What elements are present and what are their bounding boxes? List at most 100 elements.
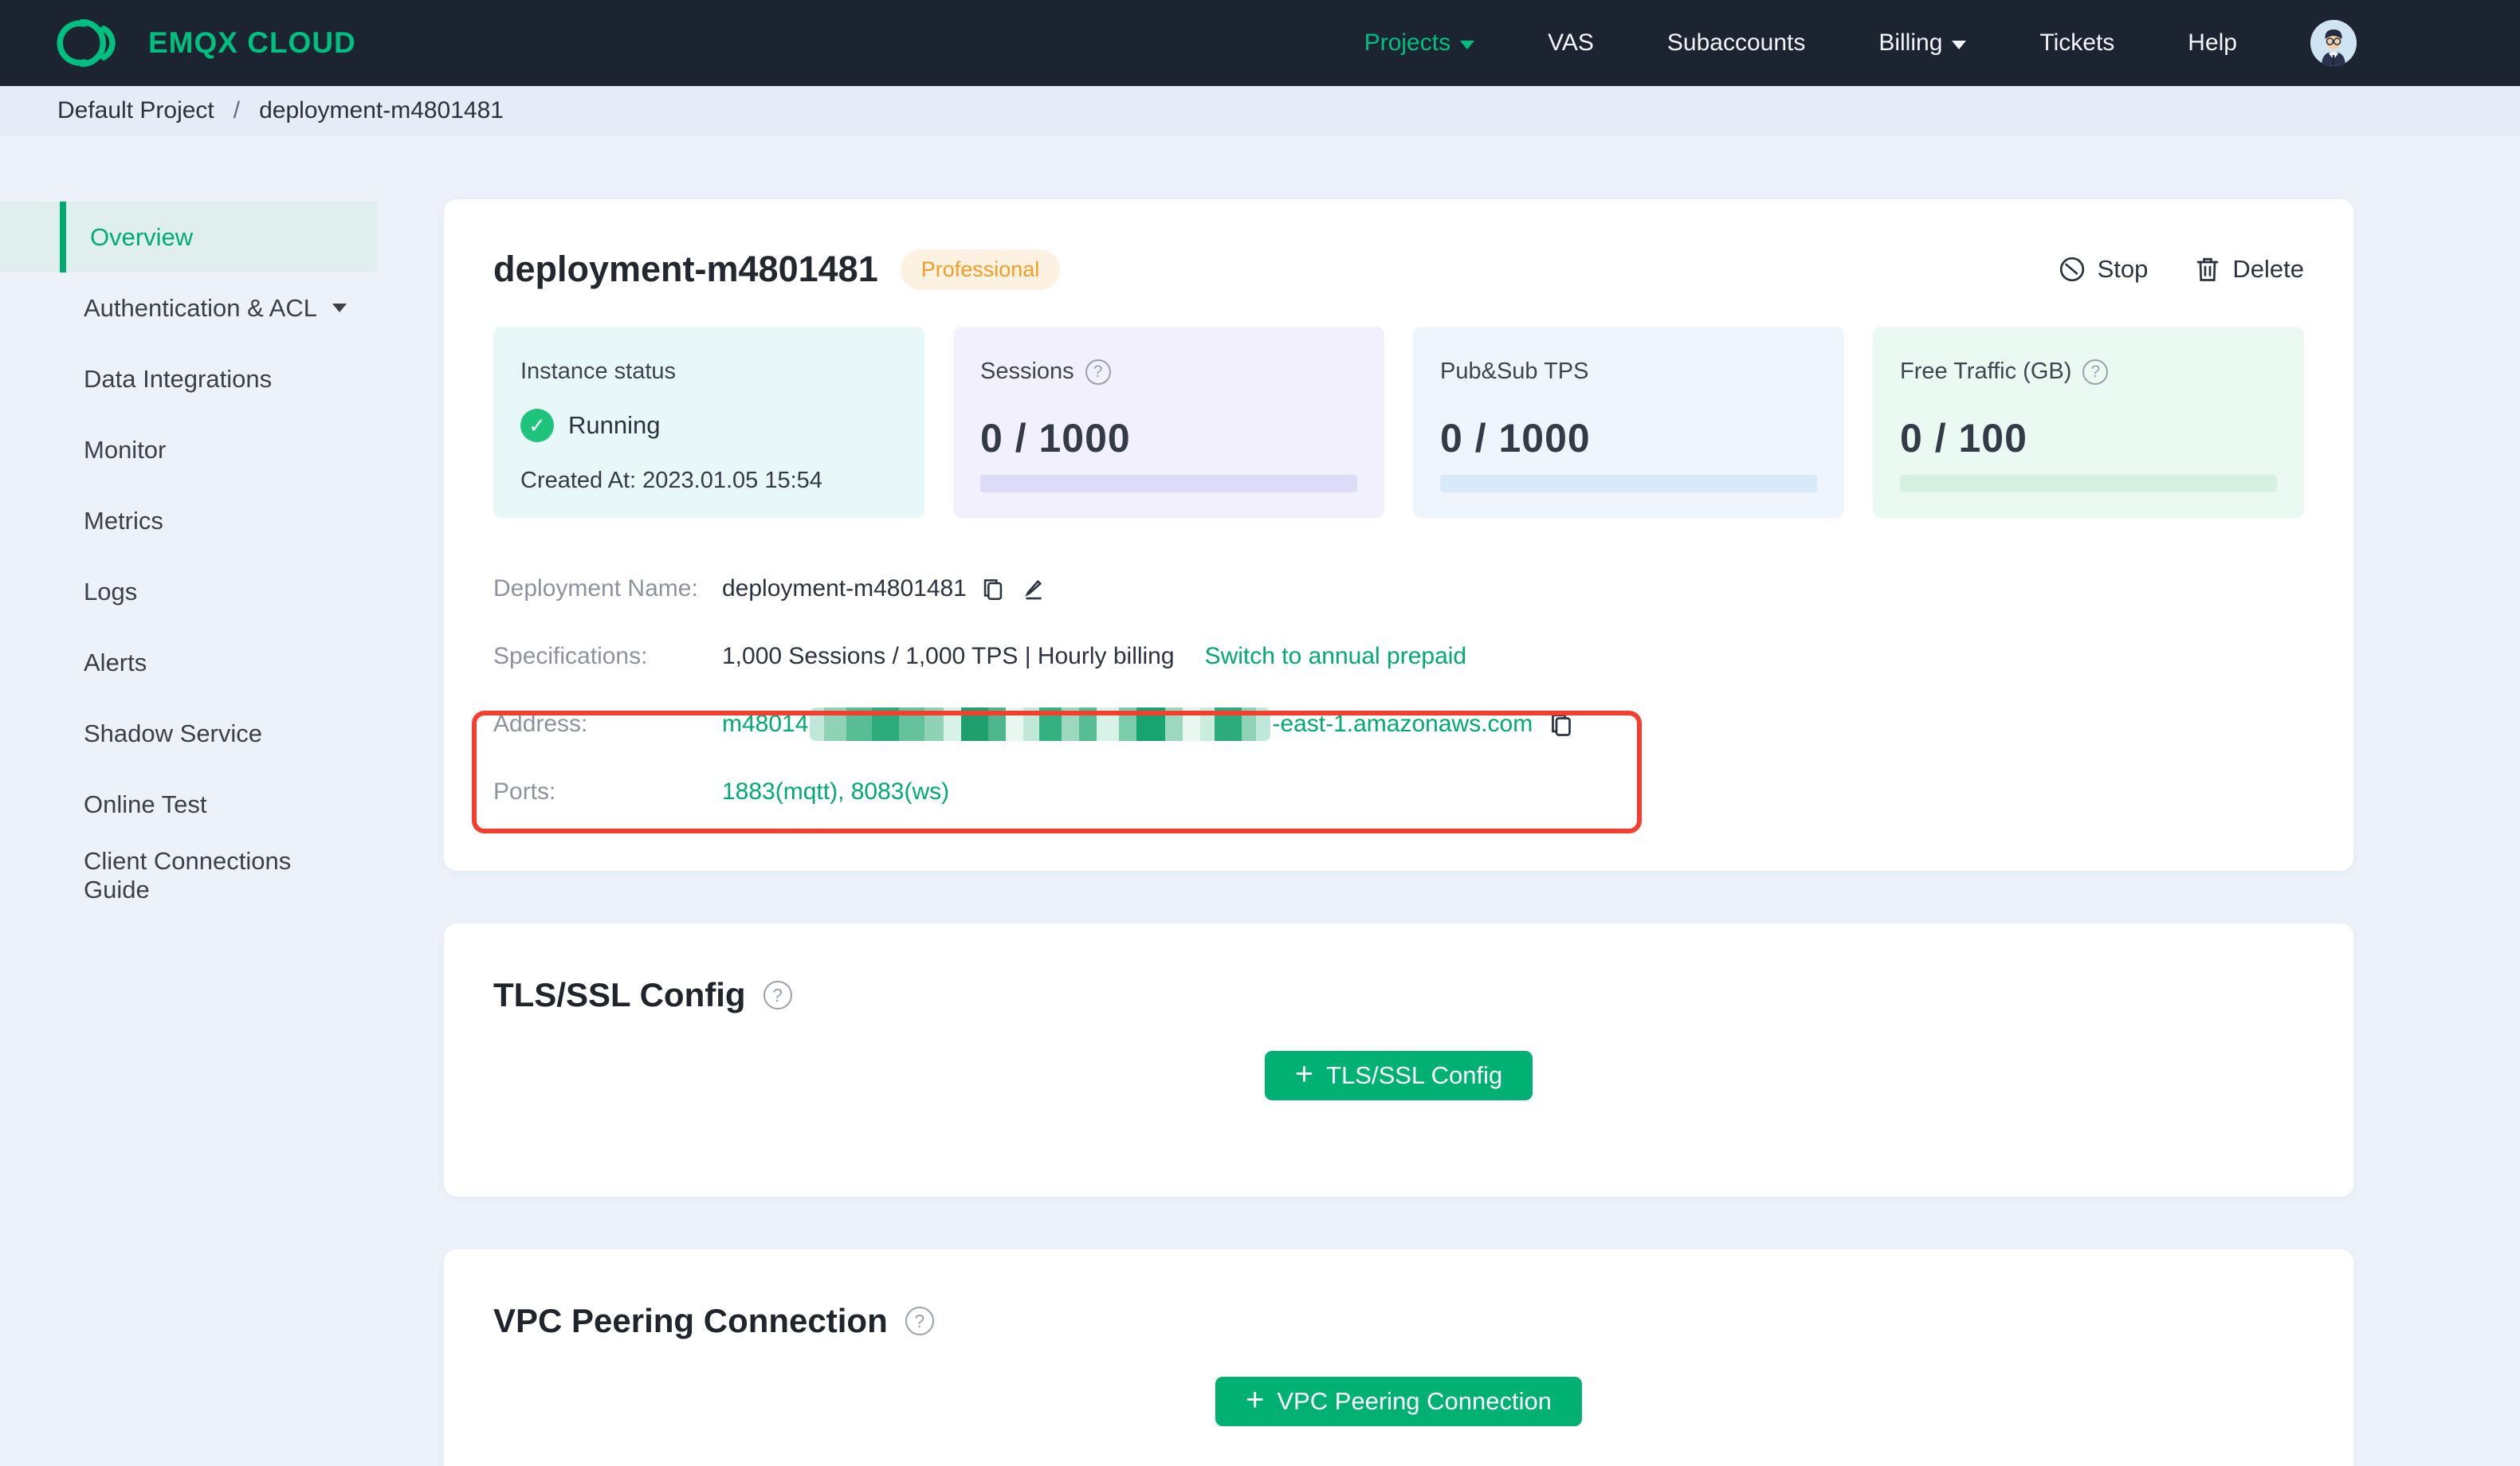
sidebar-item-label: Shadow Service	[84, 719, 263, 747]
sidebar-item-label: Overview	[90, 222, 194, 251]
add-tls-ssl-config-button[interactable]: + TLS/SSL Config	[1264, 1051, 1533, 1100]
sidebar-item-label: Metrics	[84, 506, 163, 535]
deployment-name-label: Deployment Name:	[493, 575, 698, 602]
trash-icon	[2197, 257, 2219, 281]
nav-items: Projects VAS Subaccounts Billing Tickets…	[1364, 20, 2357, 66]
address-redacted-blur	[810, 708, 1271, 741]
sidebar-item-shadow-service[interactable]: Shadow Service	[0, 698, 377, 769]
sidebar-item-client-connections-guide[interactable]: Client Connections Guide	[0, 840, 377, 911]
sidebar-item-logs[interactable]: Logs	[0, 556, 377, 627]
user-avatar[interactable]	[2310, 20, 2357, 66]
sidebar-item-label: Online Test	[84, 790, 207, 818]
ports-value: 1883(mqtt), 8083(ws)	[722, 778, 950, 805]
sidebar-item-label: Monitor	[84, 435, 167, 464]
top-navigation-bar: EMQX CLOUD Projects VAS Subaccounts Bill…	[0, 0, 2520, 86]
edit-pencil-icon[interactable]	[1019, 575, 1046, 602]
nav-item-billing[interactable]: Billing	[1878, 29, 1967, 57]
deployment-overview-card: deployment-m4801481 Professional Stop De…	[444, 199, 2353, 871]
chevron-down-icon	[1460, 40, 1475, 49]
chevron-down-icon	[1952, 40, 1967, 49]
nav-item-vas[interactable]: VAS	[1548, 29, 1594, 57]
avatar-person-icon	[2310, 20, 2357, 66]
nav-item-projects[interactable]: Projects	[1364, 29, 1475, 57]
nav-item-label: VAS	[1548, 29, 1594, 56]
tls-section-title: TLS/SSL Config	[493, 976, 746, 1013]
nav-item-label: Projects	[1364, 29, 1451, 56]
copy-icon[interactable]	[1547, 710, 1576, 739]
ports-label: Ports:	[493, 778, 556, 805]
pubsub-progress-bar	[1440, 475, 1817, 492]
plus-icon: +	[1294, 1056, 1314, 1092]
sessions-card: Sessions ? 0 / 1000	[953, 327, 1384, 518]
address-row: Address: m48014 -east-1.amazonaws.com	[493, 704, 2304, 744]
sidebar-item-authentication-acl[interactable]: Authentication & ACL	[0, 272, 377, 343]
help-icon[interactable]: ?	[1085, 359, 1111, 385]
plan-badge: Professional	[900, 249, 1061, 290]
ports-row: Ports: 1883(mqtt), 8083(ws)	[493, 772, 2304, 812]
sidebar-item-monitor[interactable]: Monitor	[0, 414, 377, 485]
specifications-label: Specifications:	[493, 643, 648, 669]
brand: EMQX CLOUD	[56, 17, 356, 69]
specifications-value: 1,000 Sessions / 1,000 TPS | Hourly bill…	[722, 643, 1175, 669]
tls-button-label: TLS/SSL Config	[1326, 1061, 1503, 1089]
free-traffic-card: Free Traffic (GB) ? 0 / 100	[1873, 327, 2304, 518]
deployment-title: deployment-m4801481	[493, 249, 878, 289]
nav-item-label: Subaccounts	[1666, 29, 1806, 56]
nav-item-label: Billing	[1878, 29, 1943, 56]
deployment-details: Deployment Name: deployment-m4801481 Spe…	[444, 569, 2353, 812]
sidebar-item-label: Alerts	[84, 648, 147, 676]
chevron-down-icon	[332, 304, 347, 312]
delete-button[interactable]: Delete	[2194, 255, 2304, 284]
sidebar: Overview Authentication & ACL Data Integ…	[0, 135, 444, 911]
nav-item-tickets[interactable]: Tickets	[2039, 29, 2114, 57]
plus-icon: +	[1245, 1382, 1265, 1417]
sessions-label: Sessions	[980, 359, 1074, 384]
help-icon[interactable]: ?	[905, 1307, 934, 1335]
sidebar-item-alerts[interactable]: Alerts	[0, 627, 377, 698]
running-check-icon: ✓	[520, 409, 554, 442]
created-at-text: Created At: 2023.01.05 15:54	[520, 468, 822, 493]
stop-button[interactable]: Stop	[2058, 255, 2149, 284]
sidebar-item-overview[interactable]: Overview	[0, 202, 377, 272]
vpc-button-label: VPC Peering Connection	[1277, 1387, 1552, 1415]
tls-ssl-config-card: TLS/SSL Config ? + TLS/SSL Config	[444, 923, 2353, 1197]
stop-circle-icon	[2059, 257, 2084, 282]
help-icon[interactable]: ?	[763, 981, 792, 1009]
status-running-text: Running	[568, 411, 661, 439]
instance-status-label: Instance status	[520, 359, 677, 384]
sessions-progress-bar	[980, 475, 1357, 492]
address-prefix: m48014	[722, 711, 809, 737]
sidebar-item-metrics[interactable]: Metrics	[0, 485, 377, 556]
add-vpc-peering-button[interactable]: + VPC Peering Connection	[1215, 1377, 1582, 1426]
breadcrumb: Default Project / deployment-m4801481	[0, 86, 2520, 135]
copy-icon[interactable]	[979, 575, 1007, 602]
breadcrumb-project[interactable]: Default Project	[57, 97, 214, 124]
sidebar-item-label: Data Integrations	[84, 364, 273, 393]
nav-item-help[interactable]: Help	[2188, 29, 2237, 57]
pubsub-tps-value: 0 / 1000	[1440, 416, 1591, 461]
deployment-name-row: Deployment Name: deployment-m4801481	[493, 569, 2304, 609]
free-traffic-value: 0 / 100	[1900, 416, 2027, 461]
main-content: deployment-m4801481 Professional Stop De…	[444, 135, 2520, 1466]
sidebar-item-label: Client Connections Guide	[84, 846, 292, 904]
free-traffic-label: Free Traffic (GB)	[1900, 359, 2072, 384]
emqx-logo-icon	[57, 19, 116, 67]
vpc-section-title: VPC Peering Connection	[493, 1302, 888, 1339]
vpc-peering-card: VPC Peering Connection ? + VPC Peering C…	[444, 1249, 2353, 1466]
stop-label: Stop	[2097, 255, 2149, 283]
nav-item-subaccounts[interactable]: Subaccounts	[1667, 29, 1805, 57]
breadcrumb-separator: /	[233, 97, 241, 123]
address-suffix: -east-1.amazonaws.com	[1272, 711, 1533, 737]
sidebar-item-online-test[interactable]: Online Test	[0, 769, 377, 840]
sidebar-item-data-integrations[interactable]: Data Integrations	[0, 343, 377, 414]
nav-item-label: Tickets	[2039, 29, 2115, 56]
deployment-name-value: deployment-m4801481	[722, 575, 967, 602]
switch-annual-prepaid-link[interactable]: Switch to annual prepaid	[1205, 643, 1467, 670]
brand-name: EMQX CLOUD	[148, 26, 356, 59]
help-icon[interactable]: ?	[2082, 359, 2109, 385]
instance-status-card: Instance status ✓ Running Created At: 20…	[493, 327, 924, 518]
pubsub-tps-label: Pub&Sub TPS	[1440, 359, 1589, 384]
sessions-value: 0 / 1000	[980, 416, 1131, 461]
delete-label: Delete	[2232, 255, 2304, 283]
nav-item-label: Help	[2188, 29, 2237, 56]
